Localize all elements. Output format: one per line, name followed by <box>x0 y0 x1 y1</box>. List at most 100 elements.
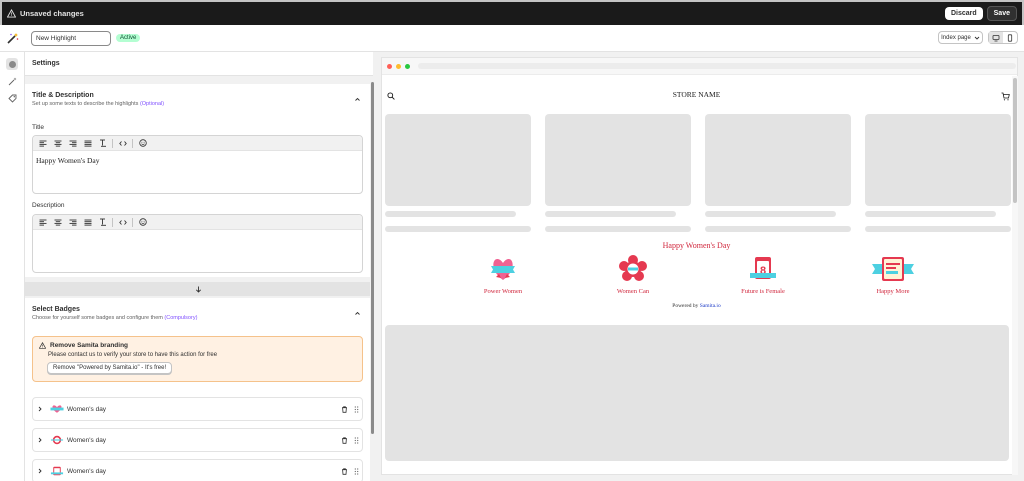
section-divider <box>25 282 371 296</box>
trash-icon[interactable] <box>338 467 350 475</box>
url-bar <box>418 63 1016 69</box>
mobile-view-button[interactable] <box>1003 32 1017 43</box>
highlight-caption: Power Women <box>483 288 523 295</box>
product-image-placeholder <box>705 114 851 206</box>
align-justify-icon[interactable] <box>82 217 93 228</box>
title-editor[interactable]: Happy Women's Day <box>32 135 363 194</box>
title-editor-content[interactable]: Happy Women's Day <box>33 151 362 170</box>
browser-chrome <box>382 58 1017 75</box>
highlight-caption: Future is Female <box>741 288 785 295</box>
maximize-dot <box>405 63 410 69</box>
product-title-placeholder <box>385 211 516 217</box>
heart-ribbon-icon <box>50 403 64 415</box>
description-editor-content[interactable] <box>33 230 362 240</box>
remove-branding-banner: Remove Samita branding Please contact us… <box>32 336 363 382</box>
settings-panel: Settings Title & Description Set up some… <box>25 52 373 481</box>
align-left-icon[interactable] <box>37 138 48 149</box>
unsaved-changes-title: Unsaved changes <box>20 9 84 18</box>
samita-link[interactable]: Samita.io <box>700 303 721 309</box>
description-editor[interactable] <box>32 214 363 273</box>
highlight-name-input[interactable]: New Highlight <box>31 30 111 46</box>
minimize-dot <box>396 63 401 69</box>
badge-item[interactable]: Women's day <box>32 397 363 421</box>
flower-badge-icon <box>598 254 668 284</box>
product-image-placeholder <box>385 114 531 206</box>
description-editor-toolbar <box>33 215 362 230</box>
description-label: Description <box>32 202 65 209</box>
calendar-8-icon: 8 <box>728 254 798 284</box>
highlight-item: Happy More <box>858 254 928 295</box>
branding-text: Please contact us to verify your store t… <box>48 352 218 358</box>
flower-badge-icon <box>50 434 64 446</box>
highlight-caption: Women Can <box>616 288 650 295</box>
product-title-placeholder <box>865 211 996 217</box>
page-select[interactable]: Index page <box>938 31 983 44</box>
status-badge: Active <box>116 34 141 42</box>
align-right-icon[interactable] <box>67 138 78 149</box>
circle-settings-icon <box>8 60 16 68</box>
settings-header: Settings <box>25 52 373 76</box>
align-right-icon[interactable] <box>67 217 78 228</box>
chevron-down-icon <box>974 36 980 40</box>
page-select-value: Index page <box>941 34 971 41</box>
code-icon[interactable] <box>117 217 128 228</box>
highlight-item: Power Women <box>468 254 538 295</box>
select-badges-header[interactable]: Select Badges Choose for yourself some b… <box>25 298 371 321</box>
highlight-item: Women Can <box>598 254 668 295</box>
title-label: Title <box>32 124 45 131</box>
product-image-placeholder <box>545 114 691 206</box>
section-subtitle: Set up some texts to describe the highli… <box>32 101 165 107</box>
device-toggle <box>988 31 1018 44</box>
rail-tag-button[interactable] <box>6 92 18 104</box>
chevron-up-icon[interactable] <box>354 96 361 103</box>
badge-item[interactable]: Women's day <box>32 428 363 452</box>
save-button[interactable]: Save <box>986 6 1017 21</box>
product-price-placeholder <box>705 226 851 232</box>
mobile-icon <box>1007 33 1013 42</box>
clear-format-icon[interactable] <box>97 217 108 228</box>
arrow-down-icon <box>195 286 201 293</box>
drag-handle-icon[interactable] <box>350 405 362 413</box>
title-description-header[interactable]: Title & Description Set up some texts to… <box>25 84 371 107</box>
align-justify-icon[interactable] <box>82 138 93 149</box>
badge-name: Women's day <box>67 405 107 413</box>
chevron-right-icon[interactable] <box>33 468 47 474</box>
align-left-icon[interactable] <box>37 217 48 228</box>
branding-title: Remove Samita branding <box>39 342 356 349</box>
trash-icon[interactable] <box>338 405 350 413</box>
badge-name: Women's day <box>67 467 107 475</box>
remove-branding-button[interactable]: Remove "Powered by Samita.io" - It's fre… <box>47 362 173 374</box>
emoji-icon[interactable] <box>137 217 148 228</box>
code-icon[interactable] <box>117 138 128 149</box>
heart-ribbon-icon <box>468 254 538 284</box>
badge-item[interactable]: Women's day <box>32 459 363 481</box>
desktop-icon <box>992 34 1000 41</box>
desktop-view-button[interactable] <box>989 32 1003 43</box>
align-center-icon[interactable] <box>52 217 63 228</box>
chevron-right-icon[interactable] <box>33 437 47 443</box>
rail-settings-button[interactable] <box>6 58 18 70</box>
chevron-right-icon[interactable] <box>33 406 47 412</box>
highlight-caption: Happy More <box>876 288 910 295</box>
discard-button[interactable]: Discard <box>944 7 983 20</box>
chevron-up-icon[interactable] <box>354 310 361 317</box>
rail-magic-button[interactable] <box>6 75 18 87</box>
emoji-icon[interactable] <box>137 138 148 149</box>
sparkle-icon <box>8 77 16 85</box>
toolbar-divider <box>132 217 133 227</box>
clear-format-icon[interactable] <box>97 138 108 149</box>
settings-scroll-thumb[interactable] <box>371 82 374 434</box>
product-image-placeholder <box>865 114 1011 206</box>
align-center-icon[interactable] <box>52 138 63 149</box>
preview-scroll-thumb[interactable] <box>1013 78 1017 203</box>
drag-handle-icon[interactable] <box>350 436 362 444</box>
calendar-8-icon <box>50 465 64 477</box>
toolbar-divider <box>112 217 113 227</box>
title-description-card: Title & Description Set up some texts to… <box>25 84 371 277</box>
trash-icon[interactable] <box>338 436 350 444</box>
magic-wand-icon[interactable] <box>0 32 24 45</box>
toolbar-divider <box>112 138 113 148</box>
drag-handle-icon[interactable] <box>350 467 362 475</box>
title-editor-toolbar <box>33 136 362 151</box>
select-badges-card: Select Badges Choose for yourself some b… <box>25 298 371 481</box>
